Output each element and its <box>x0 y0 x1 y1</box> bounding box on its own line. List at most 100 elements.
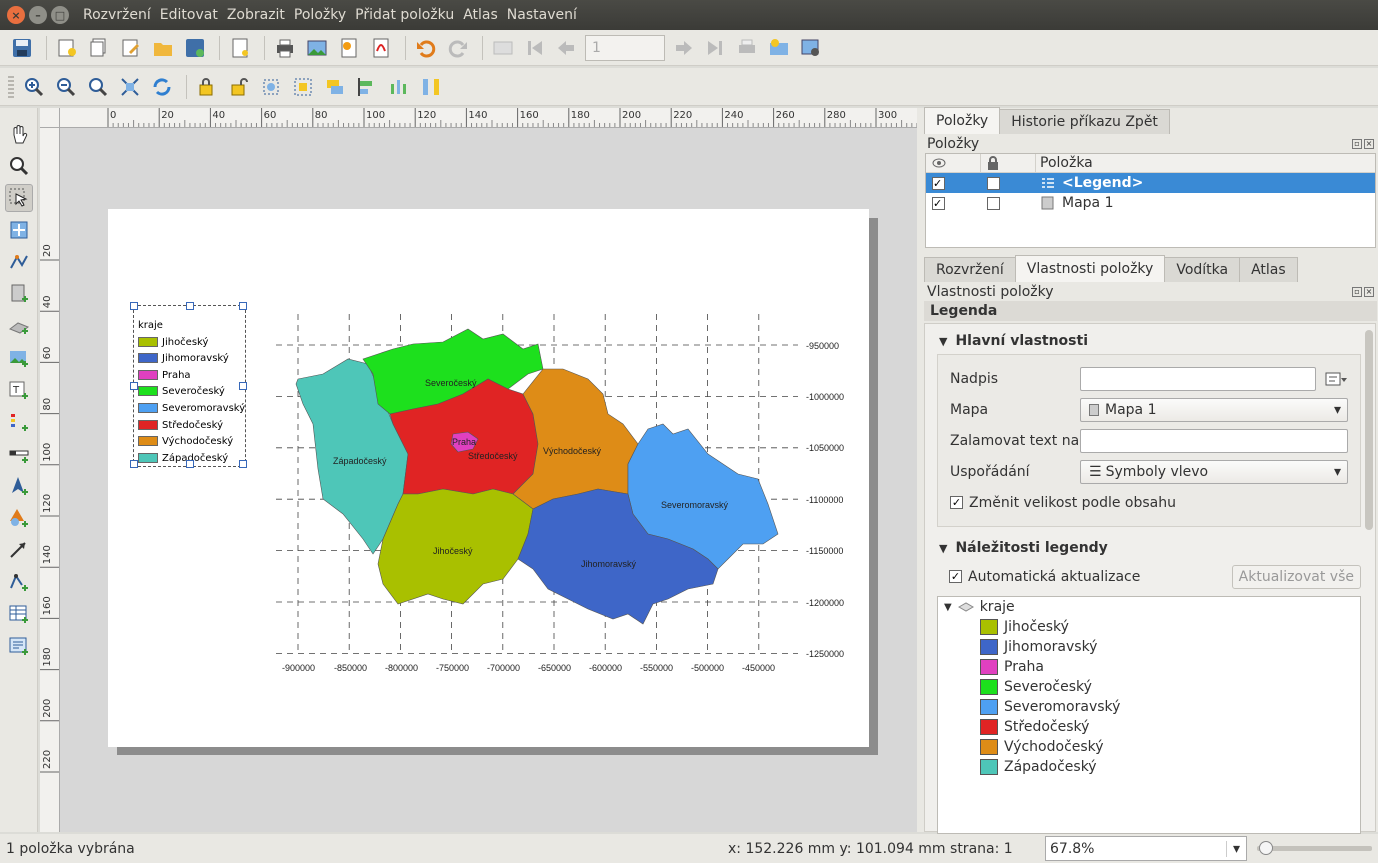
resize-handle[interactable] <box>130 382 138 390</box>
atlas-export-button[interactable] <box>765 34 793 62</box>
raise-items-button[interactable] <box>321 73 349 101</box>
move-content-tool[interactable] <box>5 216 33 244</box>
page-setup-button[interactable] <box>226 34 254 62</box>
tab-rozvrzeni[interactable]: Rozvržení <box>924 257 1016 282</box>
atlas-print-button[interactable] <box>733 34 761 62</box>
resize-handle[interactable] <box>239 302 247 310</box>
title-input[interactable] <box>1080 366 1316 391</box>
close-panel-button[interactable]: × <box>1364 286 1374 297</box>
resize-handle[interactable] <box>130 302 138 310</box>
legend-items-tree[interactable]: ▼ kraje Jihočeský Jihomoravský Praha Seve… <box>937 596 1361 834</box>
resize-handle[interactable] <box>186 302 194 310</box>
properties-scrollbar[interactable] <box>1365 330 1373 530</box>
redo-button[interactable] <box>444 34 472 62</box>
unlock-items-button[interactable] <box>225 73 253 101</box>
menu-zobrazit[interactable]: Zobrazit <box>227 7 285 23</box>
align-items-button[interactable] <box>353 73 381 101</box>
resize-items-button[interactable] <box>417 73 445 101</box>
add-attribute-table-tool[interactable] <box>5 600 33 628</box>
lock-checkbox[interactable] <box>987 196 1000 210</box>
add-arrow-tool[interactable] <box>5 536 33 564</box>
item-column-header[interactable]: Položka <box>1036 155 1375 171</box>
lock-checkbox[interactable] <box>987 176 1000 190</box>
menu-rozvrzeni[interactable]: Rozvržení <box>83 7 151 23</box>
group-button[interactable] <box>257 73 285 101</box>
tree-item[interactable]: Jihomoravský <box>938 637 1360 657</box>
update-all-button[interactable]: Aktualizovat vše <box>1231 564 1361 589</box>
float-panel-button[interactable]: ▫ <box>1352 286 1362 297</box>
zoom-slider[interactable] <box>1257 846 1372 851</box>
add-html-frame-tool[interactable] <box>5 632 33 660</box>
resize-handle[interactable] <box>239 382 247 390</box>
map-combo[interactable]: Mapa 1 ▾ <box>1080 397 1348 422</box>
save-template-button[interactable] <box>181 34 209 62</box>
tab-atlas[interactable]: Atlas <box>1239 257 1298 282</box>
add-north-arrow-tool[interactable] <box>5 472 33 500</box>
atlas-preview-button[interactable] <box>489 34 517 62</box>
item-row-map[interactable]: ✓ Mapa 1 <box>926 193 1375 213</box>
item-row-legend[interactable]: ✓ <Legend> <box>926 173 1375 193</box>
distribute-items-button[interactable] <box>385 73 413 101</box>
ungroup-button[interactable] <box>289 73 317 101</box>
atlas-settings-button[interactable] <box>797 34 825 62</box>
zoom-out-button[interactable] <box>52 73 80 101</box>
menu-nastaveni[interactable]: Nastavení <box>507 7 577 23</box>
lock-items-button[interactable] <box>193 73 221 101</box>
add-picture-tool[interactable] <box>5 344 33 372</box>
add-3d-map-tool[interactable] <box>5 312 33 340</box>
resize-handle[interactable] <box>186 460 194 468</box>
visible-checkbox[interactable]: ✓ <box>932 176 945 190</box>
add-map-tool[interactable] <box>5 280 33 308</box>
page[interactable]: kraje Jihočeský Jihomoravský Praha Sever… <box>108 209 869 747</box>
arrangement-combo[interactable]: ☰ Symboly vlevo ▾ <box>1080 459 1348 484</box>
wrap-input[interactable] <box>1080 428 1348 453</box>
composer-manager-button[interactable] <box>117 34 145 62</box>
atlas-first-button[interactable] <box>521 34 549 62</box>
float-panel-button[interactable]: ▫ <box>1352 138 1362 149</box>
export-svg-button[interactable] <box>335 34 363 62</box>
add-nodes-tool[interactable] <box>5 568 33 596</box>
zoom-in-button[interactable] <box>20 73 48 101</box>
map-item[interactable]: Severočeský Západočeský Praha Středočesk… <box>268 314 858 674</box>
composer-canvas[interactable]: kraje Jihočeský Jihomoravský Praha Sever… <box>60 128 917 832</box>
select-tool[interactable] <box>4 184 33 212</box>
zoom-slider-handle[interactable] <box>1259 841 1273 855</box>
undo-button[interactable] <box>412 34 440 62</box>
expression-icon[interactable] <box>1324 370 1348 388</box>
open-template-button[interactable] <box>149 34 177 62</box>
menu-atlas[interactable]: Atlas <box>463 7 498 23</box>
tree-item[interactable]: Jihočeský <box>938 617 1360 637</box>
close-panel-button[interactable]: × <box>1364 138 1374 149</box>
tree-item[interactable]: Východočeský <box>938 737 1360 757</box>
export-pdf-button[interactable] <box>367 34 395 62</box>
resize-checkbox[interactable]: ✓ <box>950 496 963 509</box>
menu-polozky[interactable]: Položky <box>294 7 346 23</box>
zoom-tool[interactable] <box>5 152 33 180</box>
tab-polozky[interactable]: Položky <box>924 107 1001 134</box>
properties-scroll-area[interactable]: ▼ Hlavní vlastnosti Nadpis Mapa Mapa 1 ▾ Za… <box>924 323 1376 834</box>
legend-items-header[interactable]: ▼ Náležitosti legendy <box>925 535 1375 561</box>
visibility-column-header[interactable] <box>926 153 981 173</box>
maximize-window-button[interactable]: □ <box>51 6 69 24</box>
add-scalebar-tool[interactable] <box>5 440 33 468</box>
export-image-button[interactable] <box>303 34 331 62</box>
visible-checkbox[interactable]: ✓ <box>932 196 945 210</box>
atlas-prev-button[interactable] <box>553 34 581 62</box>
zoom-actual-button[interactable] <box>84 73 112 101</box>
atlas-page-input[interactable]: 1 <box>585 34 665 61</box>
edit-nodes-tool[interactable] <box>5 248 33 276</box>
menu-pridat-polozku[interactable]: Přidat položku <box>355 7 454 23</box>
tab-undo-history[interactable]: Historie příkazu Zpět <box>999 109 1170 134</box>
add-label-tool[interactable]: T <box>5 376 33 404</box>
close-window-button[interactable]: × <box>7 6 25 24</box>
tab-guides[interactable]: Vodítka <box>1164 257 1241 282</box>
duplicate-composer-button[interactable] <box>85 34 113 62</box>
zoom-combo[interactable]: 67.8% ▾ <box>1045 836 1247 861</box>
atlas-last-button[interactable] <box>701 34 729 62</box>
tree-layer-row[interactable]: ▼ kraje <box>938 597 1360 617</box>
tree-item[interactable]: Severomoravský <box>938 697 1360 717</box>
new-composer-button[interactable] <box>53 34 81 62</box>
tree-item[interactable]: Praha <box>938 657 1360 677</box>
main-properties-header[interactable]: ▼ Hlavní vlastnosti <box>925 328 1375 354</box>
pan-tool[interactable] <box>5 120 33 148</box>
